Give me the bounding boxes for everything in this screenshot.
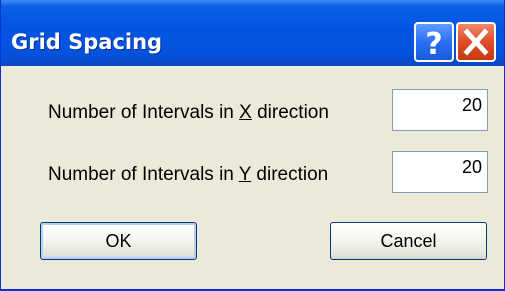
y-intervals-label: Number of Intervals in Y direction [48, 164, 328, 186]
svg-text:?: ? [425, 27, 442, 60]
grid-spacing-dialog: Grid Spacing ? Number of Intervals in X … [0, 0, 505, 291]
cancel-button[interactable]: Cancel [330, 222, 487, 260]
close-x-icon [463, 28, 489, 56]
close-button[interactable] [456, 22, 496, 62]
dialog-body: Number of Intervals in X direction Numbe… [1, 66, 504, 289]
y-label-accelerator: Y [238, 164, 252, 185]
y-intervals-input[interactable] [392, 151, 488, 193]
title-bar[interactable]: Grid Spacing ? [1, 0, 504, 66]
help-button[interactable]: ? [414, 22, 454, 62]
help-question-icon: ? [425, 27, 442, 60]
x-intervals-input[interactable] [392, 89, 488, 131]
dialog-title: Grid Spacing [11, 30, 163, 54]
y-label-prefix: Number of Intervals in [48, 164, 239, 185]
x-intervals-label: Number of Intervals in X direction [48, 102, 329, 124]
ok-button[interactable]: OK [40, 222, 197, 260]
y-label-suffix: direction [251, 164, 329, 185]
x-label-accelerator: X [239, 102, 252, 123]
x-label-suffix: direction [251, 102, 329, 123]
x-label-prefix: Number of Intervals in [48, 102, 240, 123]
